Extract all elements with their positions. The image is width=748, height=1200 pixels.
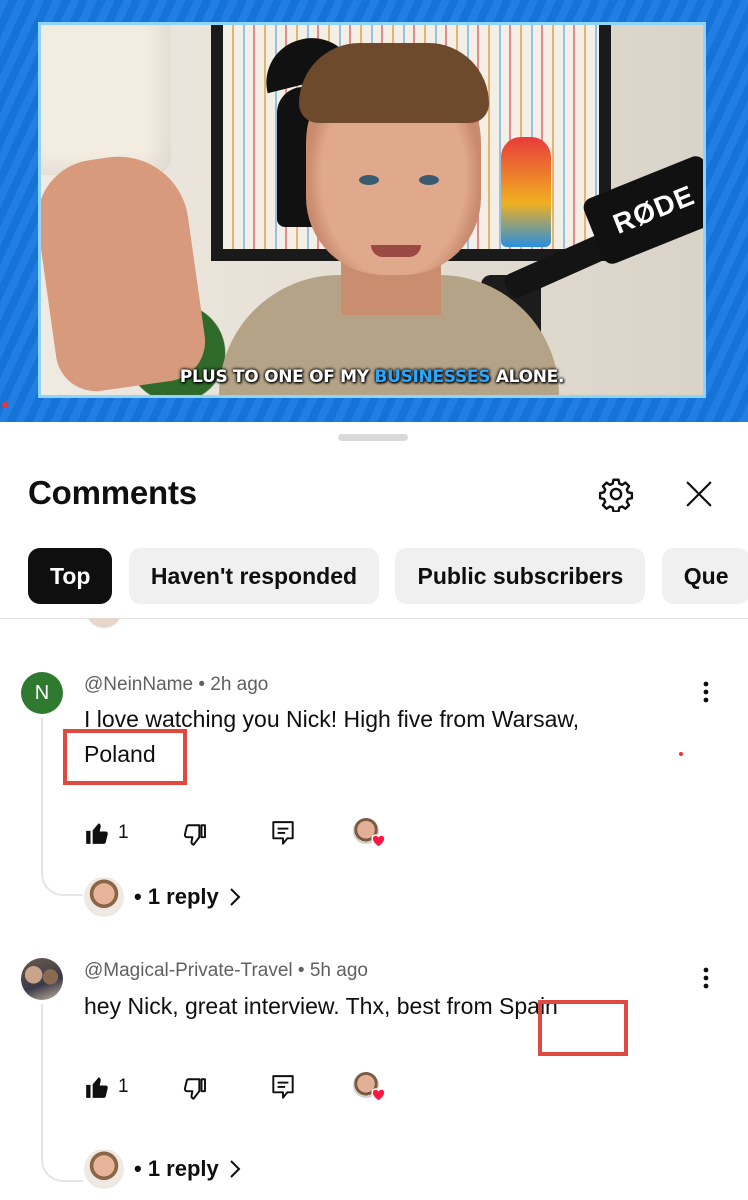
comment-author[interactable]: @Magical-Private-Travel [84, 960, 293, 981]
chip-questions[interactable]: Que [661, 548, 748, 604]
painting-figure [501, 137, 551, 247]
video-player[interactable]: RØDE PLUS TO ONE OF MY BUSINESSES ALONE. [0, 0, 748, 422]
filter-chips: Top Haven't responded Public subscribers… [28, 548, 748, 604]
avatar[interactable]: N [21, 672, 63, 714]
gear-icon [598, 478, 634, 512]
more-vert-icon [703, 681, 709, 703]
video-frame[interactable]: RØDE PLUS TO ONE OF MY BUSINESSES ALONE. [38, 22, 706, 398]
reply-avatar [84, 1149, 124, 1189]
highlight-box-spain [538, 1000, 628, 1056]
dislike-icon [183, 824, 206, 846]
comment-more-button[interactable] [690, 958, 722, 998]
chip-public-subscribers[interactable]: Public subscribers [395, 548, 646, 604]
progress-dot[interactable] [2, 402, 8, 408]
presenter-hair [299, 43, 489, 123]
dislike-icon [183, 1078, 206, 1100]
reply-count-label: 1 reply [147, 1156, 219, 1181]
video-caption: PLUS TO ONE OF MY BUSINESSES ALONE. [41, 367, 703, 387]
highlight-box-poland [63, 729, 187, 785]
chip-top[interactable]: Top [28, 548, 113, 604]
reply-avatar [84, 877, 124, 917]
comment-time: 5h ago [309, 960, 368, 981]
avatar[interactable] [21, 958, 63, 1000]
chevron-right-icon [230, 888, 241, 906]
like-count: 1 [118, 822, 129, 843]
comment-text-line: hey Nick, great interview. Thx, best fro… [84, 993, 500, 1019]
chip-havent-responded[interactable]: Haven't responded [128, 548, 380, 604]
like-icon [86, 823, 108, 844]
dislike-button[interactable] [182, 1076, 208, 1102]
like-count: 1 [118, 1076, 129, 1097]
drag-handle[interactable] [338, 434, 408, 441]
thread-line [41, 1004, 83, 1182]
red-dot [679, 752, 683, 756]
scrolled-avatar [86, 618, 122, 628]
more-vert-icon [703, 967, 709, 989]
reply-button[interactable] [270, 1074, 296, 1102]
lamp [41, 25, 171, 175]
dislike-button[interactable] [182, 822, 208, 848]
like-button[interactable]: 1 [84, 820, 129, 846]
reply-icon [272, 1075, 294, 1099]
avatar-letter: N [34, 681, 50, 704]
comment-more-button[interactable] [690, 672, 722, 712]
settings-button[interactable] [594, 472, 638, 516]
view-replies-button[interactable]: • 1 reply [84, 1148, 241, 1190]
comment-author[interactable]: @NeinName [84, 674, 193, 695]
presenter-mouth [371, 245, 421, 257]
reply-count-label: 1 reply [147, 884, 219, 909]
heart-icon [371, 834, 386, 848]
chevron-right-icon [230, 1160, 241, 1178]
comment-meta: @Magical-Private-Travel • 5h ago [84, 960, 368, 981]
close-icon [686, 481, 712, 507]
close-button[interactable] [677, 472, 721, 516]
caption-highlight: BUSINESSES [374, 367, 491, 387]
comment-meta: @NeinName • 2h ago [84, 674, 269, 695]
presenter-eye-right [419, 175, 439, 185]
presenter-eye-left [359, 175, 379, 185]
view-replies-button[interactable]: • 1 reply [84, 876, 241, 918]
reply-count: • 1 reply [134, 1156, 219, 1181]
comment-time: 2h ago [210, 674, 269, 695]
caption-text-2: ALONE. [490, 367, 565, 387]
creator-heart[interactable] [353, 1072, 393, 1112]
reply-count: • 1 reply [134, 884, 219, 909]
like-button[interactable]: 1 [84, 1074, 129, 1100]
mic-brand-label: RØDE [608, 179, 699, 240]
comments-sheet: Comments Top Haven't responded Public su… [0, 422, 748, 1200]
comments-title: Comments [28, 474, 197, 511]
caption-text-1: PLUS TO ONE OF MY [179, 367, 375, 387]
reply-icon [272, 821, 294, 845]
heart-icon [371, 1088, 386, 1102]
reply-button[interactable] [270, 820, 296, 848]
creator-heart[interactable] [353, 818, 393, 858]
like-icon [86, 1077, 108, 1098]
